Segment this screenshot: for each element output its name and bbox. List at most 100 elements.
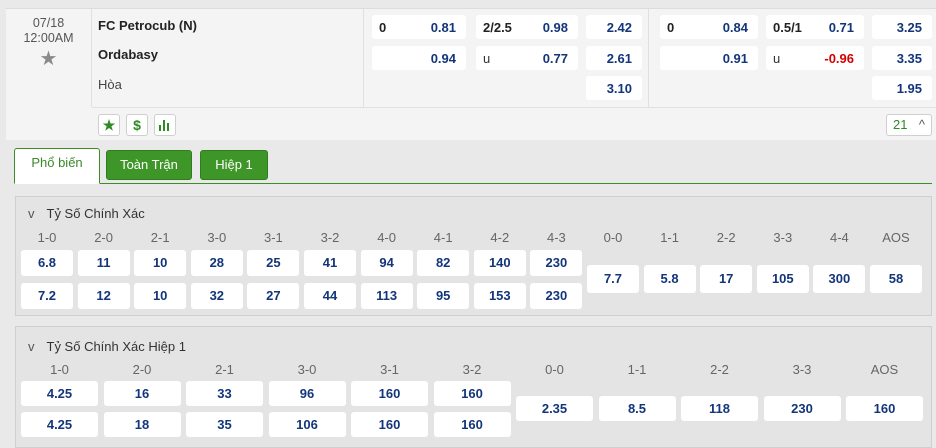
score-odds-draw[interactable]: 17 (700, 265, 753, 293)
panel-title: Tỷ Số Chính Xác (46, 206, 145, 221)
score-header: 0-0 (603, 230, 623, 245)
score-odds-home[interactable]: 28 (190, 250, 243, 276)
match-actions: ★ $ 21 ^ (92, 107, 936, 141)
ft-under[interactable]: u 0.77 (476, 46, 578, 70)
ft-handicap-away[interactable]: 0.94 (372, 46, 466, 70)
ft-over[interactable]: 2/2.5 0.98 (476, 15, 578, 39)
favorite-star-icon[interactable]: ★ (98, 114, 120, 136)
score-header: 4-0 (377, 230, 396, 245)
ft-1x2-away[interactable]: 2.61 (586, 46, 642, 70)
score-header: 4-1 (433, 230, 453, 245)
score-odds-home[interactable]: 6.8 (21, 250, 73, 276)
score-header: 2-0 (94, 230, 113, 245)
tab-full-time[interactable]: Toàn Trận (106, 150, 192, 180)
ft-1x2-draw[interactable]: 3.10 (586, 76, 642, 100)
score-odds-home[interactable]: 160 (433, 381, 511, 406)
score-odds-home[interactable]: 25 (247, 250, 300, 276)
h1-1x2-home[interactable]: 3.25 (872, 15, 932, 39)
score-header: 3-1 (380, 362, 399, 377)
score-odds-away[interactable]: 113 (360, 283, 413, 309)
score-header: 4-2 (490, 230, 510, 245)
score-odds-draw[interactable]: 2.35 (516, 396, 593, 421)
more-markets-button[interactable]: 21 ^ (886, 114, 932, 136)
score-odds-home[interactable]: 33 (186, 381, 263, 406)
ft-1x2-home[interactable]: 2.42 (586, 15, 642, 39)
score-odds-away[interactable]: 18 (103, 412, 181, 437)
score-odds-away[interactable]: 32 (190, 283, 243, 309)
score-header: 3-2 (462, 362, 482, 377)
h1-handicap-away[interactable]: 0.91 (660, 46, 758, 70)
favorite-star-icon[interactable]: ★ (40, 49, 58, 69)
score-odds-away[interactable]: 10 (134, 283, 187, 309)
correct-score-h1-panel: v Tỷ Số Chính Xác Hiệp 1 1-0 2-0 2-1 3-0 3-1 3… (15, 326, 932, 448)
correct-score-h1-header[interactable]: v Tỷ Số Chính Xác Hiệp 1 (28, 339, 186, 354)
teams-cell: FC Petrocub (N) Ordabasy Hòa (92, 9, 364, 107)
score-odds-home[interactable]: 11 (77, 250, 130, 276)
score-header: 2-1 (215, 362, 234, 377)
chevron-up-icon: ^ (918, 117, 925, 132)
match-row: 07/18 12:00AM ★ FC Petrocub (N) Ordabasy… (6, 8, 936, 140)
score-header: 3-0 (297, 362, 317, 377)
score-odds-draw[interactable]: 7.7 (587, 265, 639, 293)
score-odds-draw[interactable]: 8.5 (598, 396, 676, 421)
h1-handicap-home[interactable]: 0 0.84 (660, 15, 758, 39)
score-odds-draw[interactable]: 105 (756, 265, 809, 293)
h1-over[interactable]: 0.5/1 0.71 (766, 15, 864, 39)
score-header: 3-3 (773, 230, 793, 245)
score-odds-away[interactable]: 27 (247, 283, 300, 309)
score-odds-draw[interactable]: 58 (870, 265, 922, 293)
home-team: FC Petrocub (N) (98, 18, 197, 33)
score-odds-home[interactable]: 230 (530, 250, 583, 276)
score-odds-home[interactable]: 94 (360, 250, 413, 276)
draw-label: Hòa (98, 77, 122, 92)
score-header: 3-1 (263, 230, 283, 245)
panel-title: Tỷ Số Chính Xác Hiệp 1 (46, 339, 186, 354)
market-tabs: Phổ biến Toàn Trận Hiệp 1 (14, 148, 932, 184)
score-header: 4-4 (829, 230, 849, 245)
score-odds-draw[interactable]: 118 (681, 396, 758, 421)
score-odds-home[interactable]: 96 (268, 381, 346, 406)
score-odds-draw[interactable]: 5.8 (643, 265, 696, 293)
score-odds-away[interactable]: 106 (268, 412, 346, 437)
score-odds-draw[interactable]: 160 (846, 396, 923, 421)
correct-score-header[interactable]: v Tỷ Số Chính Xác (28, 206, 145, 221)
score-header: 1-1 (660, 230, 679, 245)
score-odds-home[interactable]: 41 (304, 250, 356, 276)
score-odds-away[interactable]: 35 (186, 412, 263, 437)
score-odds-away[interactable]: 230 (530, 283, 583, 309)
score-odds-draw[interactable]: 300 (813, 265, 866, 293)
h1-1x2-away[interactable]: 3.35 (872, 46, 932, 70)
score-header: 3-0 (207, 230, 227, 245)
score-header: 2-1 (150, 230, 170, 245)
match-time-cell: 07/18 12:00AM ★ (6, 9, 92, 107)
score-header: 1-1 (627, 362, 647, 377)
score-header: 1-0 (50, 362, 69, 377)
score-header: AOS (882, 230, 910, 245)
score-odds-home[interactable]: 140 (473, 250, 526, 276)
score-odds-home[interactable]: 4.25 (21, 381, 98, 406)
h1-1x2-draw[interactable]: 1.95 (872, 76, 932, 100)
score-odds-away[interactable]: 95 (417, 283, 470, 309)
chevron-down-icon: v (28, 206, 35, 221)
ft-handicap-home[interactable]: 0 0.81 (372, 15, 466, 39)
score-odds-away[interactable]: 160 (433, 412, 511, 437)
score-header: 0-0 (545, 362, 564, 377)
score-odds-away[interactable]: 44 (304, 283, 356, 309)
score-odds-away[interactable]: 12 (77, 283, 130, 309)
score-odds-away[interactable]: 7.2 (21, 283, 73, 309)
score-odds-home[interactable]: 10 (134, 250, 187, 276)
score-odds-away[interactable]: 4.25 (21, 412, 98, 437)
score-odds-home[interactable]: 82 (417, 250, 470, 276)
dollar-icon[interactable]: $ (126, 114, 148, 136)
score-header: 1-0 (37, 230, 57, 245)
score-odds-home[interactable]: 16 (103, 381, 181, 406)
score-odds-away[interactable]: 153 (473, 283, 526, 309)
score-odds-draw[interactable]: 230 (763, 396, 841, 421)
chevron-down-icon: v (28, 339, 35, 354)
h1-under[interactable]: u -0.96 (766, 46, 864, 70)
score-odds-home[interactable]: 160 (351, 381, 428, 406)
tab-first-half[interactable]: Hiệp 1 (200, 150, 268, 180)
score-odds-away[interactable]: 160 (351, 412, 428, 437)
stats-bar-icon[interactable] (154, 114, 176, 136)
tab-popular[interactable]: Phổ biến (14, 148, 100, 184)
